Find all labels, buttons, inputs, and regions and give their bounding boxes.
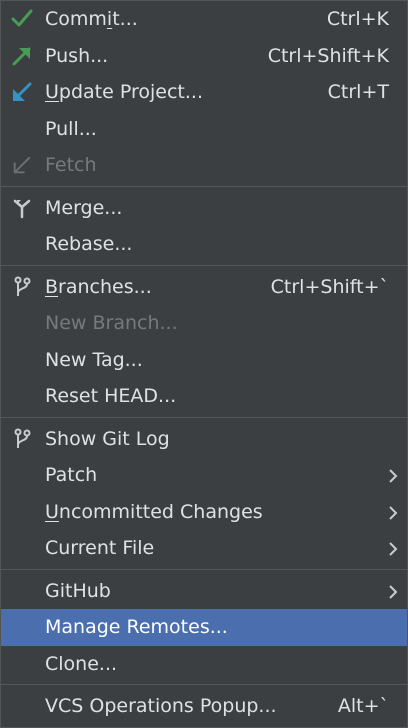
submenu-arrow-icon — [387, 504, 399, 520]
menu-item-label: Manage Remotes... — [45, 616, 228, 639]
menu-item-label: Show Git Log — [45, 427, 170, 450]
menu-item-label: Current File — [45, 537, 155, 560]
menu-item-label: Reset HEAD... — [45, 385, 177, 408]
shortcut-label: Ctrl+Shift+` — [270, 275, 389, 298]
menu-item-update-project[interactable]: Update Project... Ctrl+T — [1, 74, 407, 111]
menu-item-label: Clone... — [45, 652, 118, 675]
menu-item-label: Rebase... — [45, 233, 133, 256]
menu-group-popup: VCS Operations Popup... Alt+` — [1, 688, 407, 725]
menu-group-log: Show Git Log Patch Uncommitted Changes C… — [1, 421, 407, 567]
git-log-branch-icon — [9, 426, 35, 452]
menu-group-merge: Merge... Rebase... — [1, 190, 407, 263]
menu-item-reset-head[interactable]: Reset HEAD... — [1, 378, 407, 415]
menu-item-clone[interactable]: Clone... — [1, 646, 407, 683]
merge-icon — [9, 195, 35, 221]
shortcut-label: Ctrl+K — [326, 8, 389, 31]
menu-item-pull[interactable]: Pull... — [1, 111, 407, 148]
menu-separator — [1, 264, 407, 266]
menu-item-label: Commit... — [45, 8, 138, 31]
menu-item-label: Update Project... — [45, 81, 203, 104]
vcs-menu: Commit... Ctrl+K Push... Ctrl+Shift+K Up… — [0, 0, 408, 728]
menu-separator — [1, 684, 407, 685]
submenu-arrow-icon — [387, 583, 399, 599]
menu-item-show-git-log[interactable]: Show Git Log — [1, 421, 407, 458]
menu-item-new-branch: New Branch... — [1, 305, 407, 342]
update-arrow-icon — [9, 79, 35, 105]
fetch-arrow-icon — [9, 152, 35, 178]
menu-item-commit[interactable]: Commit... Ctrl+K — [1, 1, 407, 38]
shortcut-label: Alt+` — [337, 695, 389, 718]
menu-item-label: Push... — [45, 44, 109, 67]
shortcut-label: Ctrl+T — [327, 81, 389, 104]
menu-item-merge[interactable]: Merge... — [1, 190, 407, 227]
menu-item-label: New Tag... — [45, 348, 143, 371]
menu-item-manage-remotes[interactable]: Manage Remotes... — [1, 609, 407, 646]
menu-separator — [1, 416, 407, 418]
menu-group-branches: Branches... Ctrl+Shift+` New Branch... N… — [1, 269, 407, 415]
menu-item-github[interactable]: GitHub — [1, 573, 407, 610]
menu-item-label: Uncommitted Changes — [45, 500, 263, 523]
branch-icon — [9, 274, 35, 300]
menu-item-uncommitted-changes[interactable]: Uncommitted Changes — [1, 494, 407, 531]
menu-item-label: VCS Operations Popup... — [45, 695, 277, 718]
menu-separator — [1, 568, 407, 570]
menu-item-current-file[interactable]: Current File — [1, 530, 407, 567]
menu-item-push[interactable]: Push... Ctrl+Shift+K — [1, 38, 407, 75]
menu-item-label: GitHub — [45, 579, 111, 602]
menu-group-commit: Commit... Ctrl+K Push... Ctrl+Shift+K Up… — [1, 1, 407, 184]
menu-item-label: Branches... — [45, 275, 152, 298]
menu-item-new-tag[interactable]: New Tag... — [1, 342, 407, 379]
menu-group-remote: GitHub Manage Remotes... Clone... — [1, 573, 407, 683]
menu-item-label: Pull... — [45, 117, 97, 140]
submenu-arrow-icon — [387, 540, 399, 556]
checkmark-icon — [9, 6, 35, 32]
push-arrow-icon — [9, 43, 35, 69]
menu-item-rebase[interactable]: Rebase... — [1, 226, 407, 263]
menu-item-label: New Branch... — [45, 312, 178, 335]
shortcut-label: Ctrl+Shift+K — [267, 44, 389, 67]
menu-separator — [1, 185, 407, 187]
menu-item-label: Patch — [45, 464, 98, 487]
menu-item-fetch: Fetch — [1, 147, 407, 184]
menu-item-branches[interactable]: Branches... Ctrl+Shift+` — [1, 269, 407, 306]
menu-item-vcs-operations-popup[interactable]: VCS Operations Popup... Alt+` — [1, 688, 407, 725]
menu-item-label: Fetch — [45, 154, 97, 177]
menu-item-label: Merge... — [45, 196, 123, 219]
submenu-arrow-icon — [387, 467, 399, 483]
menu-item-patch[interactable]: Patch — [1, 457, 407, 494]
